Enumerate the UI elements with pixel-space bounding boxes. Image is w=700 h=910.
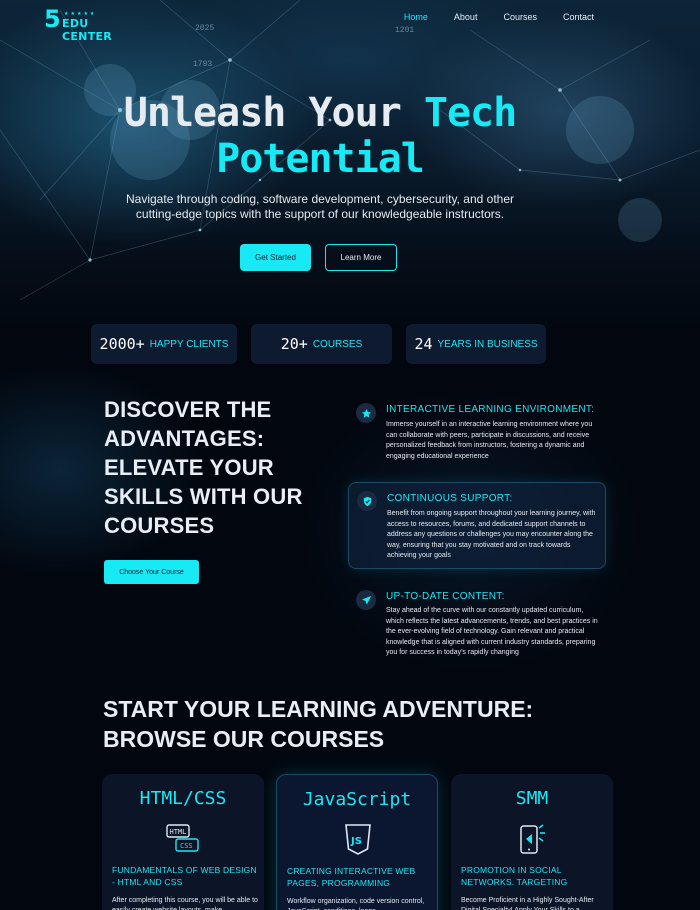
course-name: JavaScript [302, 789, 412, 810]
feature-content: UP-TO-DATE CONTENT: Stay ahead of the cu… [348, 585, 606, 665]
hero-title-accent-line2: Potential [216, 136, 425, 182]
shield-icon [357, 491, 377, 511]
courses-title: START YOUR LEARNING ADVENTURE: BROWSE OU… [103, 696, 534, 752]
icon-text-html: HTML [170, 828, 187, 836]
course-name: HTML/CSS [139, 788, 227, 809]
course-subtitle: CREATING INTERACTIVE WEB PAGES, PROGRAMM… [287, 866, 416, 888]
bg-number: 1793 [193, 60, 212, 69]
send-icon [356, 590, 376, 610]
bg-number: 1201 [395, 26, 414, 35]
nav-courses[interactable]: Courses [503, 12, 537, 22]
learn-more-button[interactable]: Learn More [325, 244, 397, 271]
feature-support: CONTINUOUS SUPPORT: Benefit from ongoing… [348, 482, 606, 569]
course-description: Become Proficient in a Highly Sought-Aft… [461, 897, 594, 910]
course-card-html-css[interactable]: HTML/CSS HTML CSS FUNDAMENTALS OF WEB DE… [102, 774, 264, 910]
stat-years: 24 YEARS IN BUSINESS [406, 324, 546, 364]
bg-number: 2025 [195, 24, 214, 33]
course-description: Workflow organization, code version cont… [287, 898, 425, 910]
html-css-icon: HTML CSS [166, 824, 199, 852]
advantages-title: DISCOVER THE ADVANTAGES: ELEVATE YOUR SK… [104, 397, 303, 538]
course-subtitle: FUNDAMENTALS OF WEB DESIGN - HTML AND CS… [112, 865, 257, 887]
feature-title: INTERACTIVE LEARNING ENVIRONMENT: [386, 404, 595, 415]
stat-label: HAPPY CLIENTS [149, 338, 229, 350]
stat-label: COURSES [312, 338, 363, 350]
logo[interactable]: 5 ★★★★★ EDU CENTER [44, 5, 142, 43]
nav-contact[interactable]: Contact [563, 12, 594, 22]
course-card-javascript[interactable]: JavaScript JS CREATING INTERACTIVE WEB P… [276, 774, 438, 910]
course-card-smm[interactable]: SMM PROMOTION IN SOCIAL NETWORKS. TARGET… [451, 774, 613, 910]
stat-courses: 20+ COURSES [251, 324, 392, 364]
course-description: After completing this course, you will b… [112, 897, 258, 910]
hero-section: 2025 1201 1793 5 ★★★★★ EDU CENTER Home A… [0, 0, 700, 330]
hero-subtitle: Navigate through coding, software develo… [126, 192, 514, 221]
hero-title-accent: Tech [423, 90, 517, 136]
js-shield-icon: JS [345, 824, 371, 855]
choose-course-button[interactable]: Choose Your Course [104, 560, 199, 584]
star-icon [356, 403, 376, 423]
stat-number: 2000+ [99, 335, 145, 353]
get-started-button[interactable]: Get Started [240, 244, 311, 271]
logo-text: EDU CENTER [62, 17, 113, 43]
stat-number: 20+ [280, 335, 308, 353]
nav-home[interactable]: Home [404, 12, 428, 22]
landing-page: 2025 1201 1793 5 ★★★★★ EDU CENTER Home A… [0, 0, 700, 910]
feature-description: Immerse yourself in an interactive learn… [386, 421, 593, 460]
feature-interactive: INTERACTIVE LEARNING ENVIRONMENT: Immers… [348, 398, 606, 468]
hero-title-part1: Unleash Your [123, 90, 424, 136]
feature-description: Benefit from ongoing support throughout … [387, 510, 596, 559]
feature-description: Stay ahead of the curve with our constan… [386, 607, 598, 656]
main-nav: Home About Courses Contact [378, 12, 594, 22]
icon-text-css: CSS [180, 842, 193, 850]
icon-text-js: JS [350, 836, 362, 847]
logo-number: 5 [44, 5, 61, 33]
nav-about[interactable]: About [454, 12, 478, 22]
smm-phone-icon [520, 824, 545, 854]
course-subtitle: PROMOTION IN SOCIAL NETWORKS. TARGETING [461, 865, 568, 887]
feature-title: UP-TO-DATE CONTENT: [386, 591, 505, 602]
stat-number: 24 [414, 335, 433, 353]
course-name: SMM [515, 788, 549, 809]
stat-label: YEARS IN BUSINESS [437, 338, 538, 350]
stat-happy-clients: 2000+ HAPPY CLIENTS [91, 324, 237, 364]
feature-title: CONTINUOUS SUPPORT: [387, 493, 513, 504]
hero-title: Unleash Your Tech Potential [0, 90, 640, 182]
